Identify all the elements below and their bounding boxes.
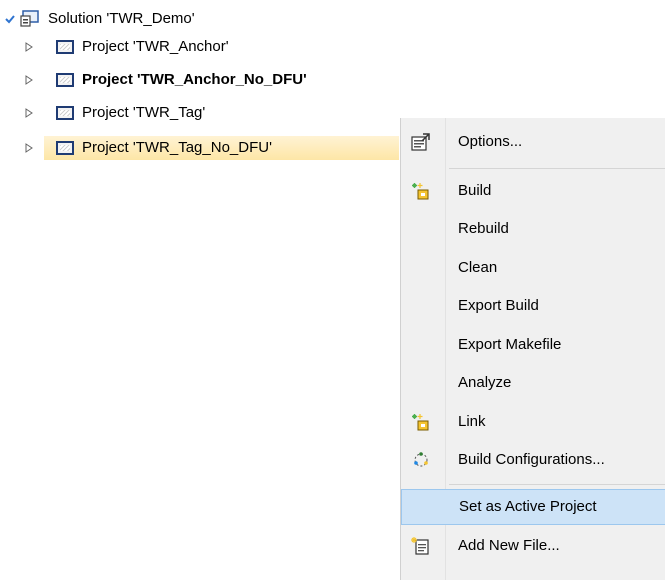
menu-item-label: Link: [458, 413, 486, 430]
menu-item-analyze[interactable]: Analyze: [401, 365, 665, 401]
project-label: Project 'TWR_Anchor_No_DFU': [82, 71, 307, 88]
build-configurations-icon: [414, 452, 428, 467]
menu-item-label: Export Makefile: [458, 336, 562, 353]
menu-item-label: Clean: [458, 259, 498, 276]
menu-item-set-as-active-project[interactable]: Set as Active Project: [401, 489, 665, 525]
menu-item-clean[interactable]: Clean: [401, 250, 665, 286]
context-menu: Options... Build Rebuild Clean Export Bu…: [400, 118, 665, 580]
tree-item-project-twr-anchor-no-dfu[interactable]: Project 'TWR_Anchor_No_DFU': [56, 69, 307, 91]
project-icon: [56, 106, 74, 120]
solution-root[interactable]: Solution 'TWR_Demo': [4, 8, 195, 30]
tree-item-project-twr-anchor[interactable]: Project 'TWR_Anchor': [56, 36, 229, 58]
menu-item-export-build[interactable]: Export Build: [401, 288, 665, 324]
menu-item-options[interactable]: Options...: [401, 124, 665, 160]
project-icon: [56, 141, 74, 155]
menu-item-label: Options...: [458, 133, 523, 150]
expand-arrow-icon[interactable]: [24, 137, 34, 159]
tree-item-project-twr-tag-no-dfu[interactable]: Project 'TWR_Tag_No_DFU': [56, 137, 272, 159]
check-icon: [5, 15, 15, 24]
menu-item-label: Build Configurations...: [458, 451, 605, 468]
menu-item-link[interactable]: Link: [401, 404, 665, 440]
project-label: Project 'TWR_Tag': [82, 104, 206, 121]
expand-arrow-icon[interactable]: [24, 69, 34, 91]
link-icon: [412, 414, 429, 431]
menu-item-label: Build: [458, 182, 492, 199]
menu-item-label: Analyze: [458, 374, 512, 391]
solution-label: Solution 'TWR_Demo': [48, 10, 195, 27]
project-label: Project 'TWR_Anchor': [82, 38, 229, 55]
project-icon: [56, 40, 74, 54]
expand-arrow-icon[interactable]: [24, 36, 34, 58]
menu-separator: [449, 168, 665, 169]
menu-item-add-new-file[interactable]: Add New File...: [401, 528, 665, 564]
menu-item-label: Set as Active Project: [459, 498, 597, 515]
project-label: Project 'TWR_Tag_No_DFU': [82, 139, 272, 156]
options-icon: [411, 133, 430, 151]
project-icon: [56, 73, 74, 87]
menu-item-rebuild[interactable]: Rebuild: [401, 211, 665, 247]
expand-arrow-icon[interactable]: [24, 102, 34, 124]
tree-item-project-twr-tag[interactable]: Project 'TWR_Tag': [56, 102, 205, 124]
menu-item-label: Add New File...: [458, 537, 560, 554]
menu-item-export-makefile[interactable]: Export Makefile: [401, 327, 665, 363]
solution-icon: [20, 10, 39, 27]
menu-item-label: Rebuild: [458, 220, 509, 237]
add-new-file-icon: [411, 537, 429, 555]
build-icon: [412, 183, 429, 200]
solution-tree: Solution 'TWR_Demo' Project 'TWR_Anchor'…: [0, 0, 400, 200]
menu-item-build-configurations[interactable]: Build Configurations...: [401, 442, 665, 478]
menu-item-build[interactable]: Build: [401, 173, 665, 209]
menu-separator: [449, 484, 665, 485]
menu-item-label: Export Build: [458, 297, 539, 314]
